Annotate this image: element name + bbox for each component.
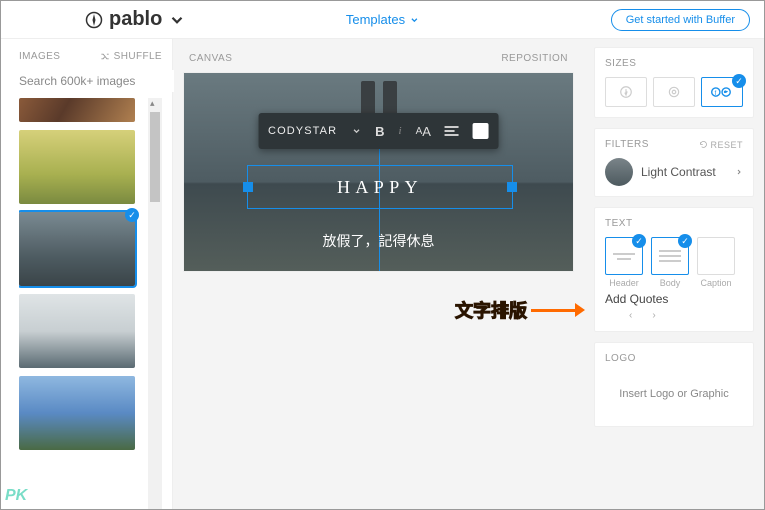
add-quotes-link[interactable]: Add Quotes bbox=[605, 292, 743, 306]
filter-preview bbox=[605, 158, 633, 186]
annotation-overlay: 文字排版 bbox=[455, 297, 585, 323]
chevron-down-icon bbox=[351, 126, 361, 136]
canvas-label: CANVAS bbox=[189, 53, 232, 64]
images-panel-title: IMAGES bbox=[19, 51, 60, 62]
quotes-next-button[interactable]: › bbox=[652, 310, 655, 321]
chevron-right-icon bbox=[735, 168, 743, 176]
svg-text:f: f bbox=[714, 90, 716, 97]
arrow-icon bbox=[531, 303, 585, 317]
image-thumb[interactable] bbox=[19, 294, 135, 368]
size-pinterest-button[interactable] bbox=[605, 77, 647, 107]
resize-handle-left[interactable] bbox=[243, 182, 253, 192]
templates-dropdown[interactable]: Templates bbox=[346, 12, 419, 27]
image-thumb[interactable] bbox=[19, 98, 135, 122]
search-input[interactable] bbox=[19, 70, 174, 92]
insert-logo-button[interactable]: Insert Logo or Graphic bbox=[605, 372, 743, 416]
resize-handle-right[interactable] bbox=[507, 182, 517, 192]
get-started-button[interactable]: Get started with Buffer bbox=[611, 9, 750, 31]
logo-panel-title: LOGO bbox=[605, 353, 743, 364]
scrollbar[interactable] bbox=[148, 98, 162, 509]
font-size-button[interactable]: AA bbox=[416, 124, 431, 139]
text-header-option[interactable]: Header bbox=[605, 237, 643, 288]
reset-filters-button[interactable]: RESET bbox=[699, 140, 743, 150]
text-panel-title: TEXT bbox=[605, 218, 743, 229]
watermark: PK bbox=[5, 487, 27, 505]
compass-icon bbox=[85, 11, 103, 29]
annotation-text: 文字排版 bbox=[455, 297, 527, 323]
sizes-panel-title: SIZES bbox=[605, 58, 743, 69]
image-thumb[interactable] bbox=[19, 376, 135, 450]
filters-panel-title: FILTERS bbox=[605, 139, 649, 150]
pinterest-icon bbox=[619, 85, 633, 99]
image-thumb[interactable] bbox=[19, 212, 135, 286]
image-thumb[interactable] bbox=[19, 130, 135, 204]
circle-icon bbox=[667, 85, 681, 99]
font-name-dropdown[interactable]: CODYSTAR bbox=[268, 125, 337, 137]
font-dropdown-chevron[interactable] bbox=[351, 126, 361, 136]
logo-text: pablo bbox=[109, 8, 162, 31]
size-instagram-button[interactable] bbox=[653, 77, 695, 107]
reposition-label: REPOSITION bbox=[501, 53, 568, 64]
chevron-down-icon bbox=[409, 15, 419, 25]
check-icon bbox=[125, 208, 139, 222]
facebook-twitter-icon: f bbox=[711, 85, 733, 99]
italic-button[interactable]: i bbox=[399, 125, 402, 137]
align-button[interactable] bbox=[445, 126, 459, 136]
text-caption-option[interactable]: Caption bbox=[697, 237, 735, 288]
align-icon bbox=[445, 126, 459, 136]
filter-name: Light Contrast bbox=[641, 165, 727, 179]
check-icon bbox=[632, 234, 646, 248]
color-swatch[interactable] bbox=[473, 123, 489, 139]
refresh-icon bbox=[699, 140, 708, 149]
canvas[interactable]: CODYSTAR B i AA HAPPY 放假了，記得休息 bbox=[183, 72, 574, 272]
check-icon bbox=[732, 74, 746, 88]
body-text[interactable]: 放假了，記得休息 bbox=[323, 231, 435, 251]
text-toolbar: CODYSTAR B i AA bbox=[258, 113, 499, 149]
check-icon bbox=[678, 234, 692, 248]
headline-text[interactable]: HAPPY bbox=[337, 177, 423, 198]
app-logo[interactable]: pablo bbox=[85, 8, 186, 31]
text-selection[interactable]: HAPPY bbox=[247, 165, 513, 209]
size-social-button[interactable]: f bbox=[701, 77, 743, 107]
text-body-option[interactable]: Body bbox=[651, 237, 689, 288]
shuffle-button[interactable]: SHUFFLE bbox=[100, 51, 162, 62]
chevron-down-icon bbox=[168, 11, 186, 29]
filter-selector[interactable]: Light Contrast bbox=[605, 158, 743, 186]
quotes-prev-button[interactable]: ‹ bbox=[629, 310, 632, 321]
shuffle-icon bbox=[100, 51, 111, 62]
bold-button[interactable]: B bbox=[375, 124, 384, 139]
